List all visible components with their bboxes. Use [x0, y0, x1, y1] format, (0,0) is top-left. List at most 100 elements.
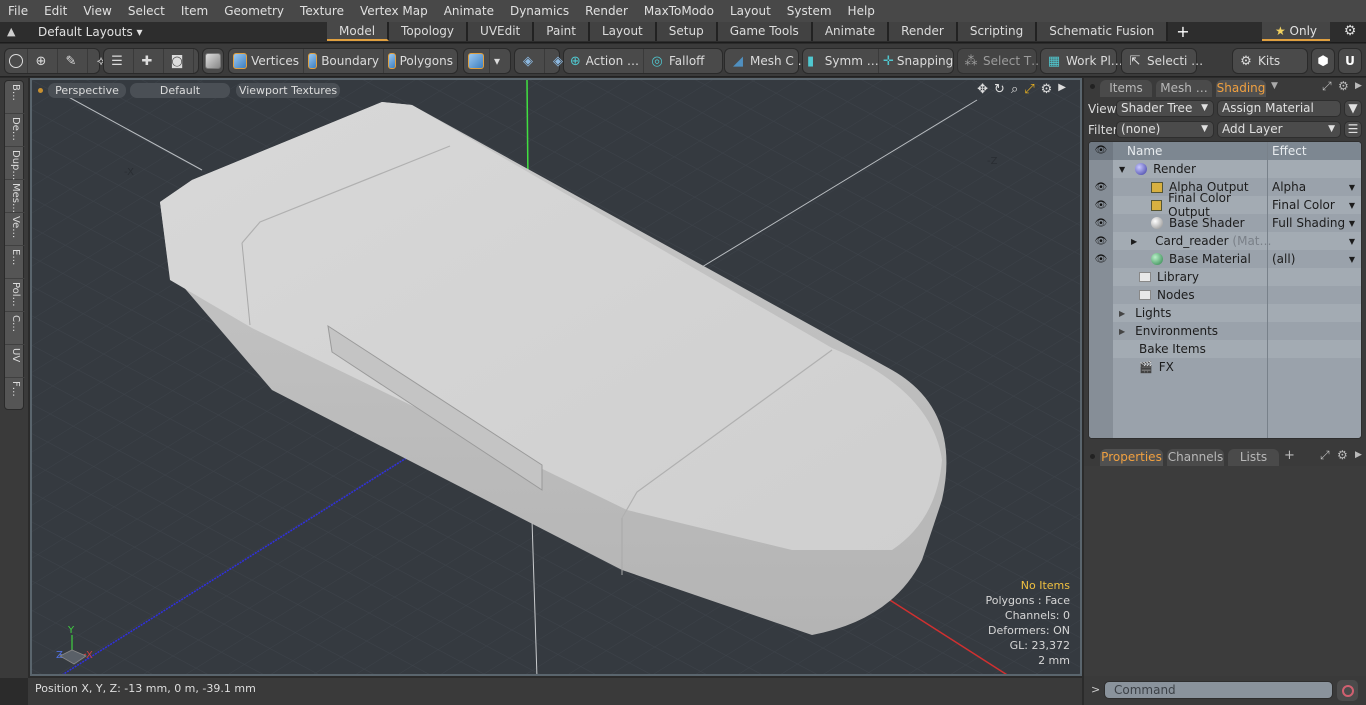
pan-icon[interactable]: ✥ [977, 82, 988, 97]
tree-row-base-material[interactable]: 👁 Base Material (all) ▼ [1089, 250, 1361, 268]
falloff-button[interactable]: ◎ Falloff [644, 49, 722, 73]
record-macro-button[interactable] [1337, 680, 1358, 701]
only-toggle[interactable]: ★ Only [1262, 22, 1330, 41]
tree-row-fx[interactable]: 🎬 FX [1089, 358, 1361, 376]
cross-button[interactable]: ✚ [134, 49, 164, 73]
kits-button[interactable]: ⚙ Kits [1232, 48, 1308, 74]
circle-select-button[interactable] [5, 49, 28, 73]
vtab-deform[interactable]: De… [5, 114, 25, 147]
expand-down-icon[interactable]: ▼ [1119, 165, 1125, 174]
tab-items[interactable]: Items [1100, 80, 1152, 97]
tab-topology[interactable]: Topology [389, 22, 469, 41]
vtab-basic[interactable]: B… [5, 81, 25, 114]
eye-icon[interactable]: 👁 [1089, 250, 1113, 268]
panel-arrow-icon[interactable]: ▶ [1355, 81, 1362, 91]
vtab-vertex[interactable]: Ve… [5, 213, 25, 246]
selection-sets-button[interactable]: ⇱ Selecti … [1121, 48, 1203, 74]
eye-icon[interactable]: 👁 [1089, 214, 1113, 232]
menu-maxtomodo[interactable]: MaxToModo [636, 0, 722, 22]
vtab-edge[interactable]: E… [5, 246, 25, 279]
eye-icon[interactable]: 👁 [1089, 196, 1113, 214]
panel-maximize-icon[interactable]: ⤢ [1322, 79, 1332, 94]
gear-icon[interactable]: ⚙ [1338, 22, 1362, 41]
tab-model[interactable]: Model [327, 22, 390, 41]
menu-geometry[interactable]: Geometry [216, 0, 292, 22]
menu-animate[interactable]: Animate [436, 0, 502, 22]
menu-layout[interactable]: Layout [722, 0, 779, 22]
tree-row-render[interactable]: ▼ Render [1089, 160, 1361, 178]
add-layer-dropdown[interactable]: Add Layer ▼ [1217, 121, 1341, 138]
tree-row-library[interactable]: Library [1089, 268, 1361, 286]
tree-row-nodes[interactable]: Nodes [1089, 286, 1361, 304]
tabs-dropdown-icon[interactable]: ▼ [1271, 81, 1278, 91]
effect-cell[interactable]: Full Shading ▼ [1268, 214, 1361, 232]
menu-file[interactable]: File [0, 0, 36, 22]
menu-help[interactable]: Help [840, 0, 883, 22]
view-type-button[interactable]: Perspective [48, 83, 126, 98]
effect-cell[interactable]: Alpha ▼ [1268, 178, 1361, 196]
menu-render[interactable]: Render [577, 0, 636, 22]
vtab-uv[interactable]: UV [5, 345, 25, 378]
tab-uvedit[interactable]: UVEdit [468, 22, 535, 41]
effect-cell[interactable]: Final Color ▼ [1268, 196, 1361, 214]
add-panel-tab-icon[interactable]: + [1284, 448, 1295, 463]
tab-scripting[interactable]: Scripting [957, 22, 1038, 41]
eye-icon[interactable]: 👁 [1089, 232, 1113, 250]
vtab-duplicate[interactable]: Dup… [5, 147, 25, 180]
tree-row-lights[interactable]: ▶ Lights [1089, 304, 1361, 322]
filter-funnel-button[interactable]: ▼ [1344, 100, 1362, 117]
3d-viewport[interactable]: Y X Z -X -Z Perspective Default Viewport… [30, 78, 1082, 676]
vtab-mesh-edit[interactable]: Mes… [5, 180, 25, 213]
add-tab-button[interactable]: + [1168, 22, 1197, 42]
shading-style-button[interactable]: Default [130, 83, 230, 98]
menu-texture[interactable]: Texture [292, 0, 352, 22]
tree-row-final-color-output[interactable]: 👁 Final Color Output Final Color ▼ [1089, 191, 1361, 219]
material-mode-dropdown[interactable]: ▾ [490, 49, 504, 73]
effect-cell[interactable]: ▼ [1268, 232, 1361, 250]
symmetry-button[interactable]: ▮ Symm … [803, 49, 879, 73]
select-through-button[interactable]: ⁂ Select T… [957, 48, 1043, 74]
effect-cell[interactable]: (all) ▼ [1268, 250, 1361, 268]
tab-game-tools[interactable]: Game Tools [717, 22, 813, 41]
menu-view[interactable]: View [75, 0, 119, 22]
default-layouts-dropdown[interactable]: Default Layouts ▾ [38, 25, 143, 39]
menu-system[interactable]: System [779, 0, 840, 22]
panel-gear-icon[interactable]: ⚙ [1338, 79, 1349, 93]
tab-lists[interactable]: Lists [1228, 449, 1279, 466]
assign-material-button[interactable]: Assign Material [1217, 100, 1341, 117]
tab-animate[interactable]: Animate [812, 22, 890, 41]
vtab-polygon[interactable]: Pol… [5, 279, 25, 312]
tab-properties[interactable]: Properties [1100, 449, 1163, 466]
vtab-curve[interactable]: C… [5, 312, 25, 345]
expand-arrow-icon[interactable]: ▶ [1058, 82, 1066, 97]
world-axis-button[interactable]: ◈ [515, 49, 545, 73]
tab-setup[interactable]: Setup [656, 22, 718, 41]
viewport-dot-icon[interactable] [38, 88, 43, 93]
tab-schematic-fusion[interactable]: Schematic Fusion [1037, 22, 1169, 41]
unreal-button[interactable]: U [1338, 48, 1362, 74]
vtab-fusion[interactable]: F… [5, 378, 25, 411]
menu-select[interactable]: Select [120, 0, 173, 22]
boundary-button[interactable]: Boundary [304, 49, 384, 73]
action-center-button[interactable]: ⊕ Action … [564, 49, 644, 73]
menu-item[interactable]: Item [173, 0, 216, 22]
menu-dynamics[interactable]: Dynamics [502, 0, 577, 22]
cube-app-button[interactable]: ⬢ [1311, 48, 1335, 74]
menu-edit[interactable]: Edit [36, 0, 75, 22]
item-mode-button[interactable] [202, 48, 224, 74]
expand-right-icon[interactable]: ▶ [1119, 309, 1125, 318]
panel-gear-icon[interactable]: ⚙ [1337, 448, 1348, 462]
panel-maximize-icon[interactable]: ⤢ [1320, 448, 1330, 463]
panel-dot-icon[interactable] [1090, 84, 1095, 89]
viewport-textures-button[interactable]: Viewport Textures [236, 83, 340, 98]
effect-column-header[interactable]: Effect [1268, 142, 1361, 160]
material-mode-button[interactable] [464, 49, 490, 73]
tree-row-environments[interactable]: ▶ Environments [1089, 322, 1361, 340]
menu-vertex-map[interactable]: Vertex Map [352, 0, 436, 22]
layers-button[interactable]: ☰ [104, 49, 134, 73]
collapse-up-icon[interactable]: ▲ [7, 25, 15, 38]
tab-channels[interactable]: Channels [1167, 449, 1224, 466]
polygons-button[interactable]: Polygons [384, 49, 457, 73]
pen-button[interactable]: ✎ [58, 49, 88, 73]
globe-button[interactable]: ⊕ [28, 49, 58, 73]
